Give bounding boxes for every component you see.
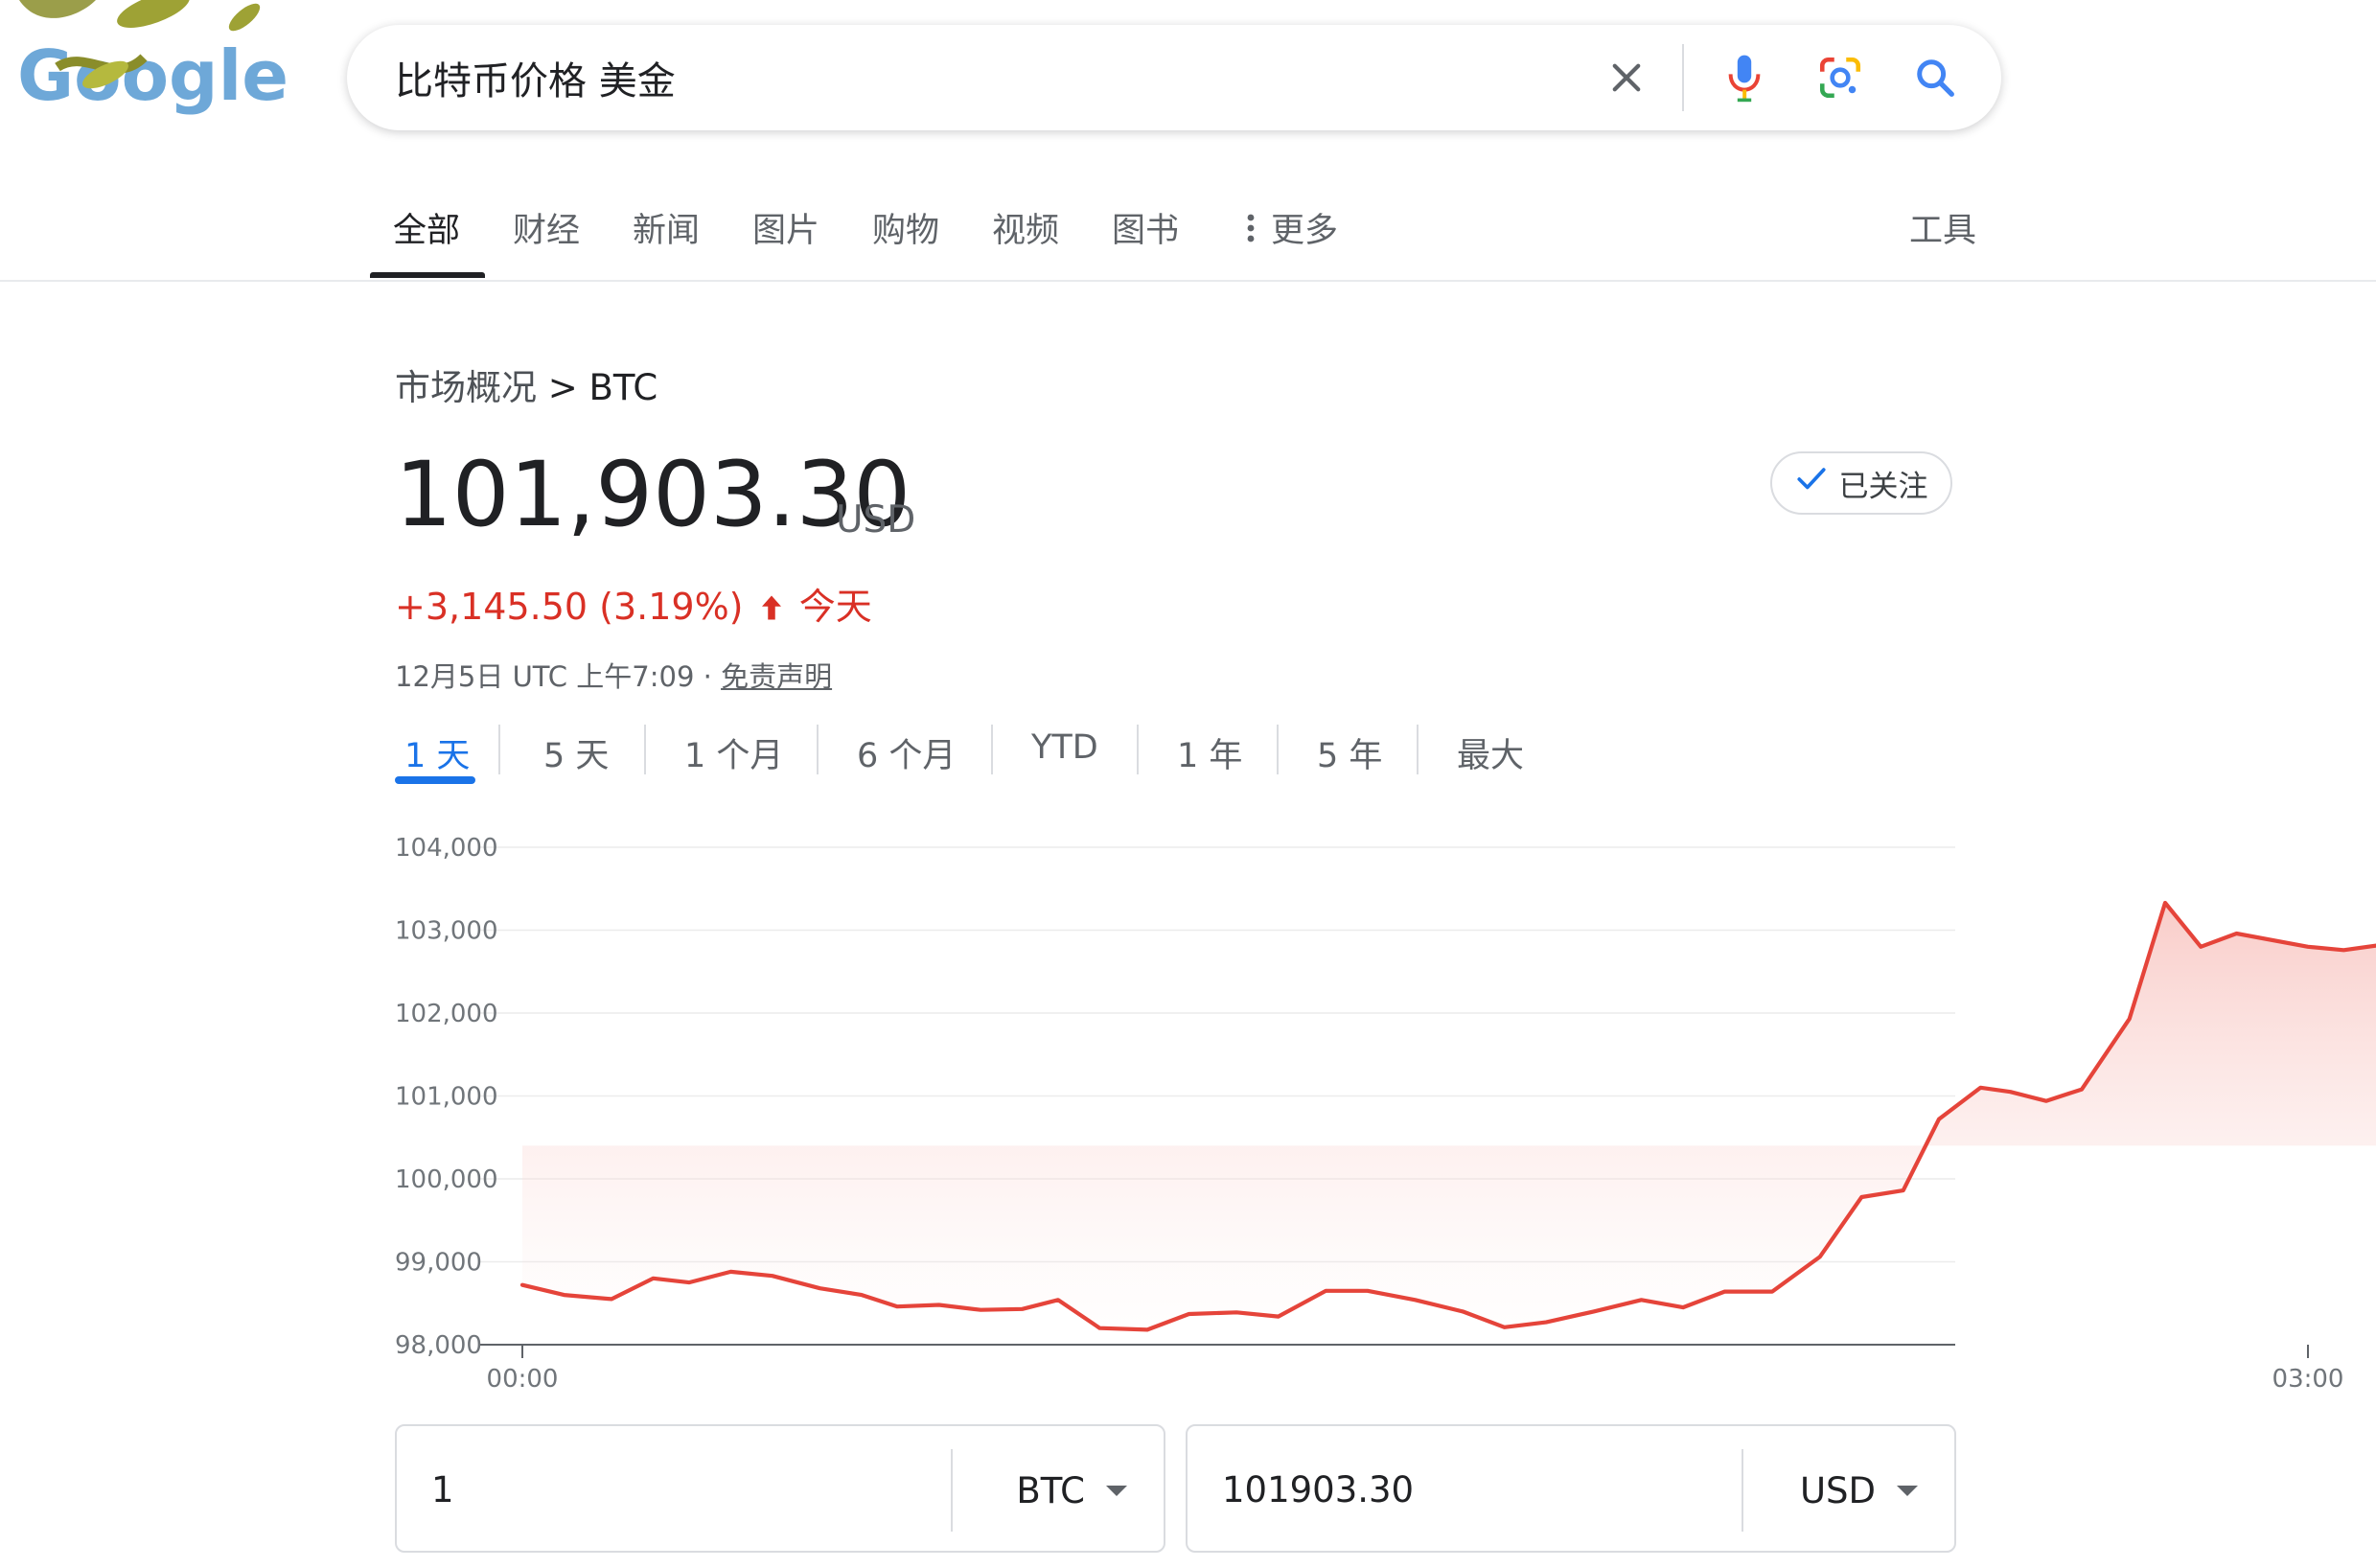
price-currency: USD <box>836 498 916 542</box>
breadcrumb-separator: > <box>547 367 578 408</box>
range-tab-max[interactable]: 最大 <box>1457 728 1524 777</box>
price-chart: 104,000 103,000 102,000 101,000 100,000 99,00… <box>395 834 2376 1394</box>
google-doodle-logo[interactable]: Google <box>0 0 288 134</box>
disclaimer-link[interactable]: 免责声明 <box>721 660 832 693</box>
y-tick-label: 104,000 <box>395 834 498 863</box>
x-tick-label: 00:00 <box>487 1365 559 1394</box>
price-change: +3,145.50 (3.19%) 今天 <box>395 577 872 631</box>
tab-books[interactable]: 图书 <box>1112 203 1179 252</box>
range-separator <box>498 725 500 774</box>
range-tab-ytd[interactable]: YTD <box>1031 728 1098 767</box>
range-tab-6m[interactable]: 6 个月 <box>857 728 956 777</box>
range-separator <box>1137 725 1139 774</box>
breadcrumb-market-overview[interactable]: 市场概况 <box>395 367 537 408</box>
breadcrumb-current: BTC <box>588 367 658 408</box>
converter-to-currency-select[interactable]: USD <box>1763 1457 1945 1524</box>
range-separator <box>991 725 993 774</box>
range-tab-5y[interactable]: 5 年 <box>1317 728 1382 777</box>
price-value: 101,903.30 <box>395 443 911 547</box>
search-box[interactable] <box>347 25 2001 130</box>
range-tab-1m[interactable]: 1 个月 <box>684 728 783 777</box>
converter-from-currency-label: BTC <box>1016 1469 1085 1511</box>
range-separator <box>1277 725 1279 774</box>
tab-finance[interactable]: 财经 <box>513 203 580 252</box>
converter-from-amount-input[interactable] <box>431 1461 911 1518</box>
y-tick-label: 102,000 <box>395 1000 498 1028</box>
range-tab-1y[interactable]: 1 年 <box>1177 728 1242 777</box>
tab-all[interactable]: 全部 <box>393 203 460 252</box>
arrow-up-icon <box>759 588 784 631</box>
converter-divider <box>951 1449 953 1532</box>
price-area-fill <box>522 903 2376 1330</box>
timestamp: 12月5日 UTC 上午7:09 · 免责声明 <box>395 655 832 695</box>
y-tick-label: 98,000 <box>395 1331 482 1360</box>
price-line <box>519 900 2376 1332</box>
tab-videos[interactable]: 视频 <box>992 203 1059 252</box>
y-tick-label: 100,000 <box>395 1165 498 1194</box>
range-separator <box>644 725 646 774</box>
search-input[interactable] <box>395 52 1545 104</box>
tools-button[interactable]: 工具 <box>1909 203 1976 252</box>
range-separator <box>1417 725 1419 774</box>
change-value: +3,145.50 (3.19%) <box>395 586 744 628</box>
dropdown-caret-icon <box>1106 1485 1127 1496</box>
tab-shopping[interactable]: 购物 <box>872 203 939 252</box>
breadcrumb: 市场概况 > BTC <box>395 358 657 410</box>
follow-button[interactable]: 已关注 <box>1770 451 1952 515</box>
dropdown-caret-icon <box>1897 1485 1918 1496</box>
tab-images[interactable]: 图片 <box>752 203 819 252</box>
mic-icon[interactable] <box>1713 46 1776 109</box>
converter-to-currency-label: USD <box>1799 1469 1876 1511</box>
y-tick-label: 103,000 <box>395 917 498 946</box>
converter-from-currency-select[interactable]: BTC <box>972 1457 1154 1524</box>
logo-text: Google <box>17 35 288 116</box>
range-active-indicator <box>395 776 475 784</box>
active-tab-indicator <box>370 272 485 278</box>
range-separator <box>817 725 819 774</box>
search-divider <box>1682 44 1684 111</box>
more-vert-icon <box>1246 212 1256 253</box>
search-icon[interactable] <box>1903 46 1967 109</box>
converter-from: BTC <box>395 1424 1165 1553</box>
converter-to-amount-input[interactable] <box>1222 1461 1701 1518</box>
range-tab-5d[interactable]: 5 天 <box>543 728 609 777</box>
converter-to: USD <box>1186 1424 1956 1553</box>
y-tick-label: 101,000 <box>395 1083 498 1112</box>
y-tick-label: 99,000 <box>395 1249 482 1278</box>
header-divider <box>0 280 2376 282</box>
lens-icon[interactable] <box>1809 46 1872 109</box>
range-tab-1d[interactable]: 1 天 <box>404 728 470 777</box>
x-tick-label: 03:00 <box>2272 1365 2344 1394</box>
check-icon <box>1795 465 1828 501</box>
tab-more[interactable]: 更多 <box>1246 203 1338 253</box>
converter-divider <box>1742 1449 1743 1532</box>
tab-news[interactable]: 新闻 <box>633 203 700 252</box>
follow-label: 已关注 <box>1838 469 1928 504</box>
change-period: 今天 <box>798 586 872 628</box>
timestamp-text: 12月5日 UTC 上午7:09 · <box>395 660 722 693</box>
clear-icon[interactable] <box>1595 46 1658 109</box>
tab-more-label: 更多 <box>1271 212 1339 250</box>
